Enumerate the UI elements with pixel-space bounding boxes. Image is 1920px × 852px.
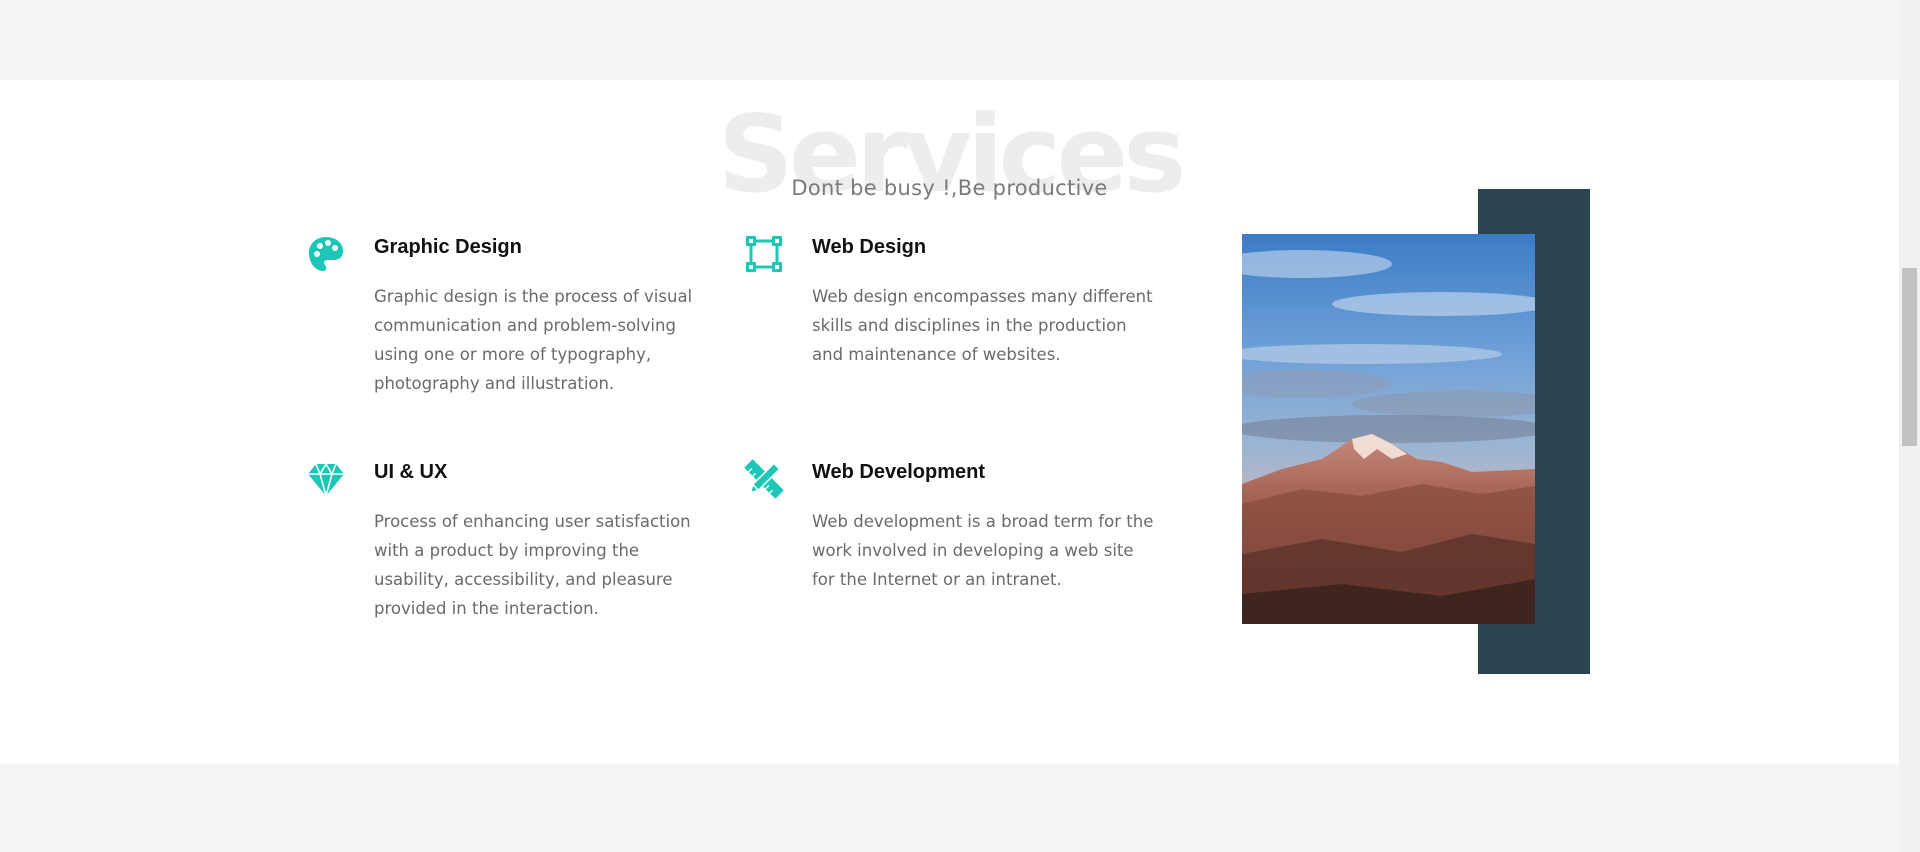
section-subtitle: Dont be busy !,Be productive [791,176,1108,200]
services-section: Services Dont be busy !,Be productive [0,80,1899,764]
service-title: Web Development [812,461,985,483]
scrollbar-thumb[interactable] [1902,268,1917,446]
service-description: Web design encompasses many different sk… [812,287,1153,364]
service-title: Web Design [812,236,927,258]
gem-icon [306,459,346,500]
vector-square-icon [744,234,784,274]
page: Services Dont be busy !,Be productive Gr… [0,0,1920,852]
mountain-photo [1242,234,1535,624]
service-title: UI & UX [374,461,448,483]
pencil-ruler-icon [744,459,784,499]
service-title: Graphic Design [374,236,522,258]
vertical-scrollbar[interactable] [1899,0,1920,852]
palette-icon [306,234,346,274]
service-description: Web development is a broad term for the … [812,512,1154,589]
service-description: Process of enhancing user satisfaction w… [374,512,691,618]
service-description: Graphic design is the process of visual … [374,287,693,393]
